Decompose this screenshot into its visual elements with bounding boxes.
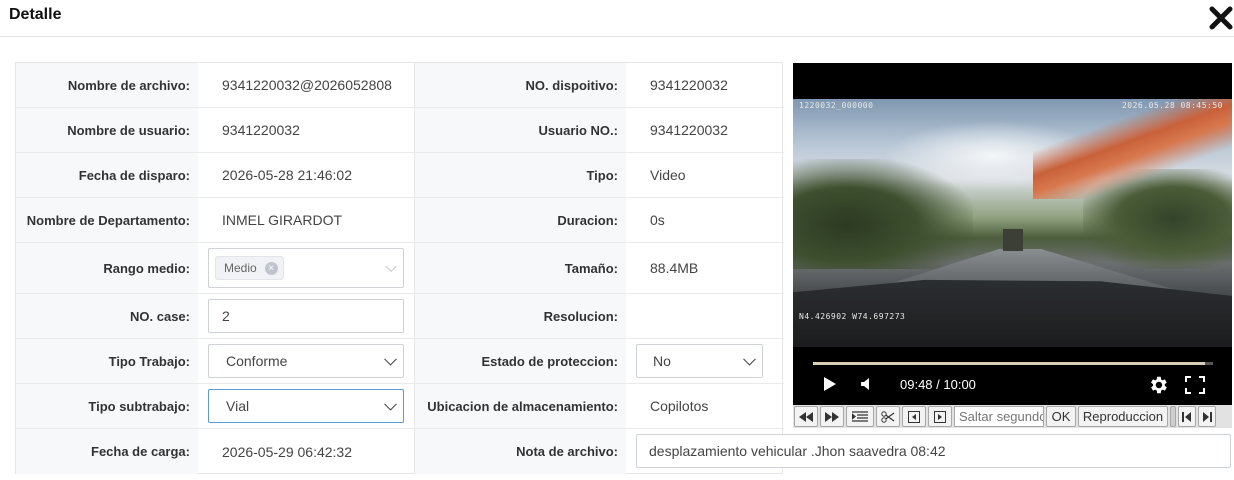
size-value: 88.4MB [650,260,699,276]
file-note-input-value: desplazamiento vehicular .Jhon saavedra … [649,443,946,459]
work-type-select-value: Conforme [226,353,288,369]
video-frame[interactable]: 1220032_000000 2026.05.28 08:45:50 N4.42… [793,99,1232,347]
row-work-type: Tipo Trabajo: Conforme Estado de protecc… [16,339,784,384]
range-tag-label: Medio [224,261,257,275]
row-user-name: Nombre de usuario: 9341220032 Usuario NO… [16,108,784,153]
protection-state-select-value: No [653,353,671,369]
row-file-name: Nombre de archivo: 9341220032@2026052808… [16,63,784,108]
subwork-type-label: Tipo subtrabajo: [16,384,198,428]
storage-location-label: Ubicacion de almacenamiento: [415,384,626,428]
case-no-input-value: 2 [222,308,230,324]
playback-time: 09:48 / 10:00 [900,377,976,392]
first-button[interactable] [1178,406,1196,427]
ok-button[interactable]: OK [1046,406,1076,427]
protection-state-label: Estado de proteccion: [415,339,626,383]
chevron-down-icon [384,352,397,366]
duration-value: 0s [650,212,665,228]
file-name-value: 9341220032@2026052808 [222,77,392,93]
work-type-label: Tipo Trabajo: [16,339,198,383]
storage-location-value: Copilotos [650,398,709,414]
row-subwork-type: Tipo subtrabajo: Vial Ubicacion de almac… [16,384,784,429]
department-value: INMEL GIRARDOT [222,212,343,228]
chevron-down-icon [384,397,397,411]
device-no-value: 9341220032 [650,77,728,93]
protection-state-select[interactable]: No [636,344,763,378]
rewind-icon [799,411,813,422]
user-no-value: 9341220032 [650,122,728,138]
next-frame-icon [934,410,946,423]
file-name-label: Nombre de archivo: [16,63,198,107]
play-icon[interactable] [824,377,836,391]
skip-seconds-input[interactable] [954,406,1044,427]
video-trees-left [793,159,973,269]
row-department: Nombre de Departamento: INMEL GIRARDOT D… [16,198,784,243]
subwork-type-select[interactable]: Vial [208,389,404,423]
department-label: Nombre de Departamento: [16,198,198,242]
type-value: Video [650,167,686,183]
toolbar-scroll-handle[interactable] [1170,406,1176,427]
range-tag: Medio × [215,256,284,280]
prev-frame-button[interactable] [902,406,926,427]
video-dashboard [793,279,1232,347]
playback-button[interactable]: Reproduccion [1078,406,1168,427]
duration-label: Duracion: [415,198,626,242]
video-player[interactable]: 1220032_000000 2026.05.28 08:45:50 N4.42… [793,63,1232,405]
user-name-value: 9341220032 [222,122,300,138]
size-label: Tamaño: [415,243,626,293]
upload-date-label: Fecha de carga: [16,429,198,474]
detail-form: Nombre de archivo: 9341220032@2026052808… [15,62,784,474]
rewind-button[interactable] [794,406,818,427]
skip-end-icon [1203,411,1212,422]
resolution-value [626,294,783,338]
file-note-label: Nota de archivo: [415,429,626,474]
chevron-down-icon [743,352,756,366]
osd-clip-id: 1220032_000000 [799,101,874,110]
file-note-input[interactable]: desplazamiento vehicular .Jhon saavedra … [636,434,1231,468]
user-no-label: Usuario NO.: [415,108,626,152]
range-label: Rango medio: [16,243,198,293]
chevron-down-icon [385,260,397,273]
video-truck [1003,229,1023,251]
next-frame-button[interactable] [928,406,952,427]
row-case-no: NO. case: 2 Resolucion: [16,294,784,339]
resolution-label: Resolucion: [415,294,626,338]
close-icon[interactable] [1207,4,1234,32]
upload-date-value: 2026-05-29 06:42:32 [222,443,352,460]
dialog-header: Detalle [0,0,1234,37]
fast-forward-button[interactable] [820,406,844,427]
fast-forward-icon [825,411,839,422]
prev-frame-icon [908,410,920,423]
trigger-date-label: Fecha de disparo: [16,153,198,197]
user-name-label: Nombre de usuario: [16,108,198,152]
clip-button[interactable] [876,406,900,427]
device-no-label: NO. dispoitivo: [415,63,626,107]
osd-coordinates: N4.426902 W74.697273 [799,312,906,321]
skip-start-icon [1182,411,1191,422]
progress-bar[interactable] [813,362,1213,365]
row-trigger-date: Fecha de disparo: 2026-05-28 21:46:02 Ti… [16,153,784,198]
list-indent-icon [852,411,868,422]
player-controls: 09:48 / 10:00 [793,347,1232,405]
scissors-icon [881,410,895,423]
progress-fill [813,362,1205,365]
gear-icon[interactable] [1147,374,1169,396]
row-range: Rango medio: Medio × Tamaño: 88.4MB [16,243,784,294]
subwork-type-select-value: Vial [226,398,250,414]
menu-list-button[interactable] [846,406,874,427]
type-label: Tipo: [415,153,626,197]
last-button[interactable] [1198,406,1216,427]
video-crane [1033,99,1232,199]
work-type-select[interactable]: Conforme [208,344,404,378]
osd-timestamp: 2026.05.28 08:45:50 [1121,101,1223,110]
player-toolbar: OK Reproduccion [793,405,1232,428]
tag-remove-icon[interactable]: × [264,262,278,275]
case-no-input[interactable]: 2 [208,299,404,333]
fullscreen-icon[interactable] [1185,376,1205,394]
range-multiselect[interactable]: Medio × [208,248,404,288]
case-no-label: NO. case: [16,294,198,338]
volume-icon[interactable] [860,377,874,391]
trigger-date-value: 2026-05-28 21:46:02 [222,167,352,183]
dialog-title: Detalle [9,6,62,23]
